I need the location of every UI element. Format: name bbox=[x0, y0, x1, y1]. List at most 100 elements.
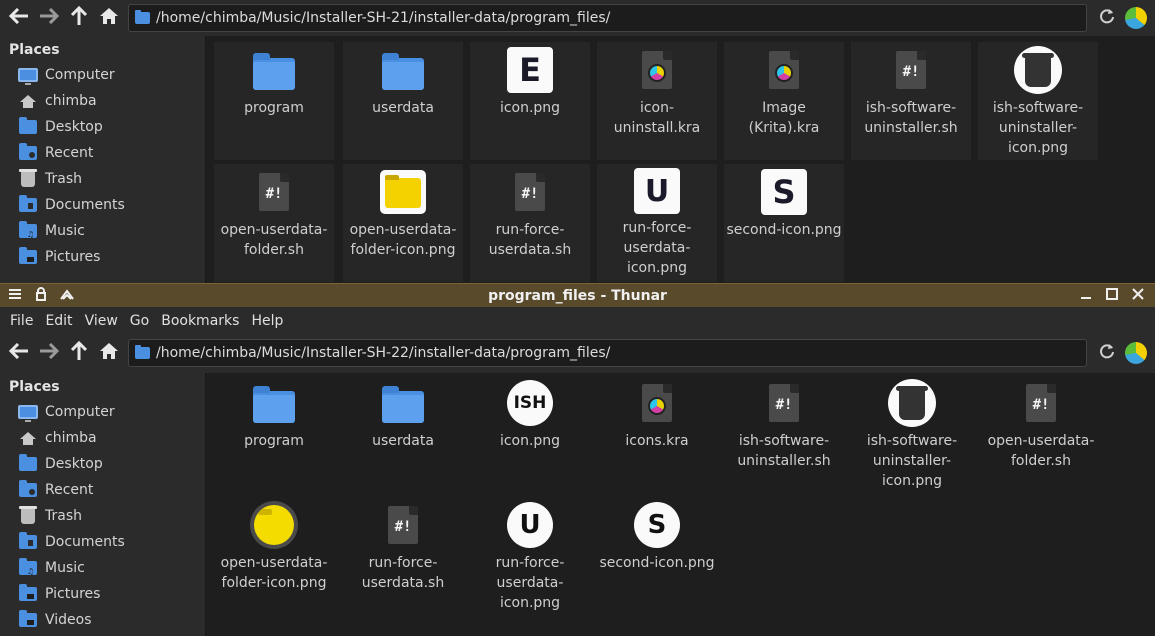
close-button[interactable] bbox=[1127, 286, 1149, 306]
file-item[interactable]: userdata bbox=[343, 379, 463, 451]
arrow-left-icon bbox=[8, 7, 29, 28]
file-item[interactable]: Image (Krita).kra bbox=[724, 42, 844, 160]
file-item[interactable]: #! run-force-userdata.sh bbox=[470, 164, 590, 282]
script-icon: #! bbox=[388, 506, 418, 544]
places-header: Places bbox=[9, 379, 60, 395]
menu-edit[interactable]: Edit bbox=[39, 313, 78, 329]
file-item[interactable]: program bbox=[214, 42, 334, 160]
file-name: program bbox=[244, 433, 304, 449]
titlebar[interactable]: program_files - Thunar bbox=[0, 283, 1155, 307]
menu-go[interactable]: Go bbox=[124, 313, 155, 329]
script-icon: #! bbox=[259, 173, 289, 211]
menu-bookmarks[interactable]: Bookmarks bbox=[155, 313, 245, 329]
back-button[interactable] bbox=[4, 3, 34, 33]
file-item[interactable]: icon-uninstall.kra bbox=[597, 42, 717, 160]
sidebar-item-music[interactable]: Music bbox=[0, 555, 205, 581]
pin-button[interactable] bbox=[30, 286, 52, 306]
sidebar-item-computer[interactable]: Computer bbox=[0, 399, 205, 425]
sidebar-item-trash[interactable]: Trash bbox=[0, 503, 205, 529]
file-name: open-userdata-folder.sh bbox=[987, 433, 1095, 469]
yellow-circle-image-icon bbox=[250, 501, 298, 549]
sidebar-item-recent[interactable]: Recent bbox=[0, 477, 205, 503]
forward-button[interactable] bbox=[34, 3, 64, 33]
sidebar-item-pictures[interactable]: Pictures bbox=[0, 581, 205, 607]
sidebar-item-home[interactable]: chimba bbox=[0, 425, 205, 451]
file-item[interactable]: open-userdata-folder-icon.png bbox=[343, 164, 463, 282]
window-menu-button[interactable] bbox=[4, 286, 26, 306]
close-icon bbox=[1132, 287, 1144, 304]
file-item[interactable]: #! open-userdata-folder.sh bbox=[981, 379, 1101, 471]
script-icon: #! bbox=[769, 384, 799, 422]
up-button[interactable] bbox=[64, 338, 94, 368]
sidebar-item-desktop[interactable]: Desktop bbox=[0, 451, 205, 477]
menu-help[interactable]: Help bbox=[245, 313, 289, 329]
file-item[interactable]: userdata bbox=[343, 42, 463, 160]
file-item[interactable]: U run-force-userdata-icon.png bbox=[597, 164, 717, 282]
sidebar-item-home[interactable]: chimba bbox=[0, 88, 205, 114]
up-button[interactable] bbox=[64, 3, 94, 33]
sidebar-item-recent[interactable]: Recent bbox=[0, 140, 205, 166]
thunar-window-background: /home/chimba/Music/Installer-SH-21/insta… bbox=[0, 0, 1155, 283]
krita-icon bbox=[769, 51, 799, 89]
shade-button[interactable] bbox=[56, 286, 78, 306]
location-bar[interactable]: /home/chimba/Music/Installer-SH-21/insta… bbox=[128, 4, 1087, 32]
script-icon: #! bbox=[515, 173, 545, 211]
reload-button[interactable] bbox=[1093, 339, 1121, 367]
file-item[interactable]: S second-icon.png bbox=[597, 501, 717, 573]
image-u-icon: U bbox=[507, 502, 553, 548]
reload-button[interactable] bbox=[1093, 4, 1121, 32]
file-item[interactable]: #! run-force-userdata.sh bbox=[343, 501, 463, 593]
file-item[interactable]: ish-software-uninstaller-icon.png bbox=[978, 42, 1098, 160]
arrow-up-icon bbox=[70, 5, 88, 30]
krita-icon bbox=[642, 51, 672, 89]
places-header: Places bbox=[9, 42, 60, 58]
file-item[interactable]: E icon.png bbox=[470, 42, 590, 160]
sidebar-item-documents[interactable]: Documents bbox=[0, 529, 205, 555]
file-item[interactable]: ISH icon.png bbox=[470, 379, 590, 451]
location-bar[interactable]: /home/chimba/Music/Installer-SH-22/insta… bbox=[128, 339, 1087, 367]
minimize-button[interactable] bbox=[1075, 286, 1097, 306]
image-e-icon: E bbox=[507, 47, 553, 93]
file-name: open-userdata-folder-icon.png bbox=[220, 555, 328, 591]
file-name: ish-software-uninstaller-icon.png bbox=[992, 100, 1084, 156]
documents-folder-icon bbox=[19, 195, 37, 212]
menu-view[interactable]: View bbox=[79, 313, 124, 329]
sidebar-item-music[interactable]: Music bbox=[0, 218, 205, 244]
pictures-folder-icon bbox=[19, 584, 37, 601]
file-item[interactable]: icons.kra bbox=[597, 379, 717, 451]
sidebar-item-trash[interactable]: Trash bbox=[0, 166, 205, 192]
file-item[interactable]: S second-icon.png bbox=[724, 164, 844, 282]
back-button[interactable] bbox=[4, 338, 34, 368]
folder-icon bbox=[253, 53, 295, 90]
sidebar-item-documents[interactable]: Documents bbox=[0, 192, 205, 218]
file-name: ish-software-uninstaller.sh bbox=[737, 433, 831, 469]
sidebar-item-computer[interactable]: Computer bbox=[0, 62, 205, 88]
file-view: program userdata ISH icon.png icons.kra … bbox=[206, 373, 1155, 636]
forward-button[interactable] bbox=[34, 338, 64, 368]
image-u-icon: U bbox=[634, 168, 680, 214]
sidebar-item-pictures[interactable]: Pictures bbox=[0, 244, 205, 270]
file-item[interactable]: #! ish-software-uninstaller.sh bbox=[724, 379, 844, 471]
file-name: run-force-userdata.sh bbox=[488, 222, 572, 258]
location-path: /home/chimba/Music/Installer-SH-22/insta… bbox=[156, 345, 611, 361]
file-name: second-icon.png bbox=[599, 555, 715, 571]
file-item[interactable]: ish-software-uninstaller-icon.png bbox=[852, 379, 972, 491]
reload-icon bbox=[1099, 8, 1115, 28]
file-item[interactable]: #! ish-software-uninstaller.sh bbox=[851, 42, 971, 160]
home-button[interactable] bbox=[94, 338, 124, 368]
sidebar-item-desktop[interactable]: Desktop bbox=[0, 114, 205, 140]
sidebar-item-videos[interactable]: Videos bbox=[0, 607, 205, 633]
arrow-left-icon bbox=[8, 342, 29, 363]
folder-icon bbox=[253, 386, 295, 423]
maximize-button[interactable] bbox=[1101, 286, 1123, 306]
documents-folder-icon bbox=[19, 532, 37, 549]
menu-file[interactable]: File bbox=[4, 313, 39, 329]
file-item[interactable]: #! open-userdata-folder.sh bbox=[214, 164, 334, 282]
file-item[interactable]: U run-force-userdata-icon.png bbox=[470, 501, 590, 613]
app-logo-icon bbox=[1125, 7, 1147, 29]
home-button[interactable] bbox=[94, 3, 124, 33]
yellow-folder-image-icon bbox=[380, 170, 426, 214]
folder-icon bbox=[135, 10, 150, 24]
file-item[interactable]: open-userdata-folder-icon.png bbox=[214, 501, 334, 593]
file-item[interactable]: program bbox=[214, 379, 334, 451]
